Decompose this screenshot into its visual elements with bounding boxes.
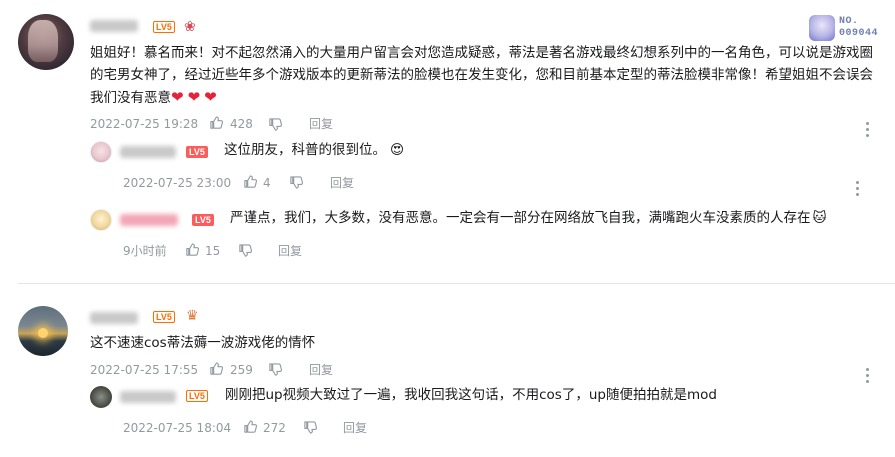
garb-label: NO. (839, 16, 859, 27)
level-badge: LV5 (192, 214, 214, 226)
fan-medal-icon: ♛ (186, 308, 199, 324)
reply-button[interactable]: 回复 (309, 363, 333, 377)
dislike-icon[interactable] (268, 117, 283, 132)
comment-time: 2022-07-25 17:55 (90, 363, 199, 377)
username-blurred[interactable] (90, 20, 138, 32)
garb-number: 009044 (839, 28, 879, 39)
user-avatar[interactable] (18, 14, 74, 70)
reply-text: 刚刚把up视频大致过了一遍，我收回我这句话，不用cos了，up随便拍拍就是mod (225, 387, 717, 403)
comment-text: 这不速速cos蒂法薅一波游戏佬的情怀 (90, 335, 316, 351)
comment-text: 姐姐好！慕名而来！对不起忽然涌入的大量用户留言会对您造成疑惑，蒂法是著名游戏最终… (90, 45, 873, 106)
reply-button[interactable]: 回复 (330, 176, 354, 190)
like-count: 428 (230, 117, 253, 131)
level-badge: LV5 (186, 146, 208, 158)
dislike-icon[interactable] (289, 175, 304, 190)
reply-username-blurred[interactable] (120, 146, 176, 158)
more-options-icon[interactable] (866, 368, 870, 386)
like-count: 259 (230, 363, 253, 377)
username-blurred[interactable] (90, 312, 138, 324)
more-options-icon[interactable] (866, 122, 870, 140)
comment-divider (18, 283, 895, 284)
reply-username-blurred[interactable] (120, 214, 178, 226)
dislike-icon[interactable] (303, 420, 318, 435)
like-icon[interactable] (243, 174, 258, 189)
like-icon[interactable] (209, 361, 224, 376)
reply-avatar[interactable] (90, 386, 112, 408)
garb-avatar-icon (809, 15, 835, 41)
heart-emoji: ❤❤❤ (171, 88, 221, 106)
like-count: 4 (263, 176, 271, 190)
reply-button[interactable]: 回复 (278, 244, 302, 258)
level-badge: LV5 (186, 390, 208, 402)
emoji-icon: 😍 (390, 142, 405, 158)
user-avatar[interactable] (18, 306, 68, 356)
reply-time: 9小时前 (123, 244, 167, 258)
reply-button[interactable]: 回复 (343, 421, 367, 435)
like-count: 272 (263, 421, 286, 435)
like-icon[interactable] (209, 115, 224, 130)
like-icon[interactable] (243, 419, 258, 434)
dislike-icon[interactable] (238, 243, 253, 258)
level-badge: LV5 (153, 21, 175, 33)
like-count: 15 (205, 244, 221, 258)
reply-time: 2022-07-25 18:04 (123, 421, 232, 435)
dislike-icon[interactable] (268, 362, 283, 377)
reply-text: 这位朋友，科普的很到位。 😍 (224, 142, 405, 158)
emoji-icon: 🐱 (812, 210, 827, 226)
reply-button[interactable]: 回复 (309, 117, 333, 131)
fan-medal-icon: ❀ (184, 19, 196, 35)
garb-number-badge: NO. 009044 (809, 15, 881, 43)
reply-text: 严谨点，我们，大多数，没有恶意。一定会有一部分在网络放飞自我，满嘴跑火车没素质的… (230, 210, 827, 226)
reply-username-blurred[interactable] (120, 391, 176, 403)
more-options-icon[interactable] (856, 181, 860, 199)
level-badge: LV5 (153, 311, 175, 323)
reply-avatar[interactable] (90, 209, 112, 231)
reply-avatar[interactable] (90, 141, 112, 163)
comment-time: 2022-07-25 19:28 (90, 117, 199, 131)
like-icon[interactable] (185, 242, 200, 257)
reply-time: 2022-07-25 23:00 (123, 176, 232, 190)
